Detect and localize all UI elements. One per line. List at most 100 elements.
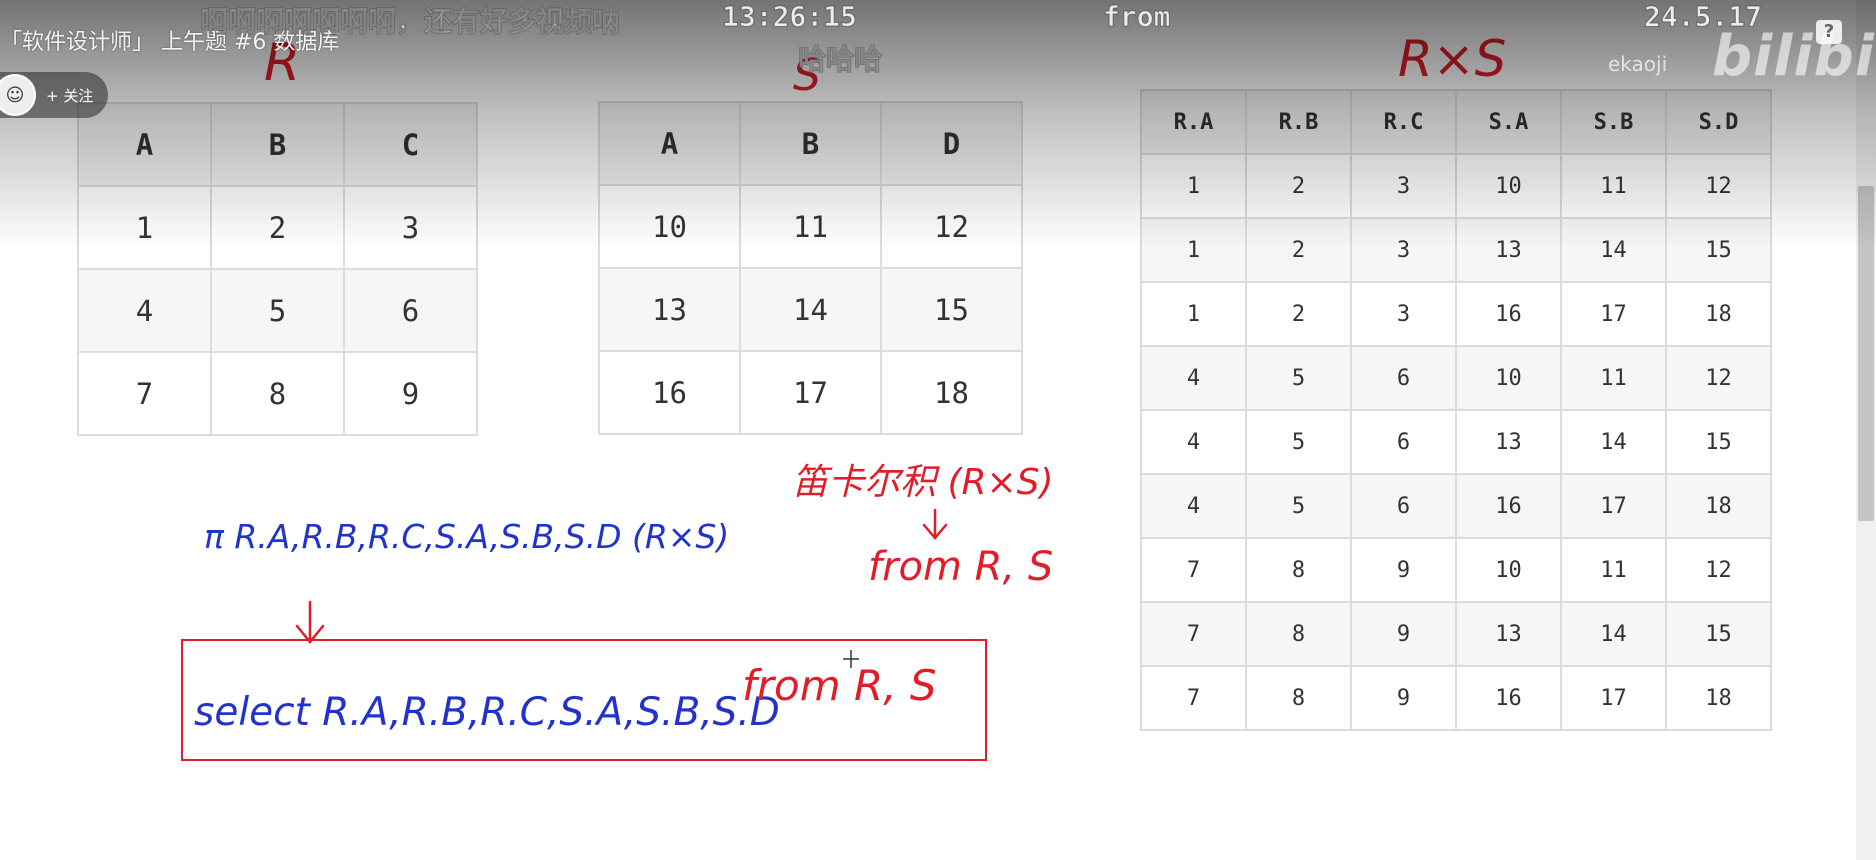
table-cell: 8 <box>210 351 345 436</box>
table-cell: 6 <box>1350 409 1457 475</box>
table-cell: 4 <box>1140 409 1247 475</box>
table-cell: 8 <box>1245 601 1352 667</box>
table-cell: 18 <box>880 350 1023 435</box>
sql-answer-box <box>181 639 987 761</box>
table-cell: 17 <box>739 350 882 435</box>
column-header: S.B <box>1560 89 1667 155</box>
follow-button[interactable]: ☺ + 关注 <box>0 72 108 118</box>
table-cell: 13 <box>1455 601 1562 667</box>
table-cell: 14 <box>1560 409 1667 475</box>
table-cell: 2 <box>210 185 345 270</box>
table-cell: 18 <box>1665 281 1772 347</box>
table-cell: 12 <box>1665 153 1772 219</box>
relation-r-table: A B C 1 2 3 4 5 6 7 8 9 <box>77 102 478 436</box>
table-cell: 1 <box>1140 281 1247 347</box>
table-cell: 2 <box>1245 153 1352 219</box>
table-row: 7 8 9 16 17 18 <box>1140 665 1772 731</box>
table-cell: 5 <box>1245 409 1352 475</box>
column-header: R.A <box>1140 89 1247 155</box>
label-rxs: R×S <box>1398 30 1506 88</box>
column-header: S.A <box>1455 89 1562 155</box>
table-cell: 4 <box>77 268 212 353</box>
table-cell: 18 <box>1665 665 1772 731</box>
table-cell: 8 <box>1245 665 1352 731</box>
table-cell: 7 <box>1140 537 1247 603</box>
column-header: B <box>210 102 345 187</box>
danmaku-comment: 24.5.17 <box>1643 0 1763 34</box>
table-header-row: A B C <box>77 102 478 187</box>
page-scrollbar[interactable] <box>1856 0 1876 860</box>
table-cell: 6 <box>343 268 478 353</box>
column-header: C <box>343 102 478 187</box>
table-row: 4 5 6 <box>77 268 478 353</box>
table-cell: 3 <box>343 185 478 270</box>
table-header-row: A B D <box>598 101 1023 186</box>
table-cell: 16 <box>1455 665 1562 731</box>
down-arrow-icon <box>295 600 325 644</box>
table-cell: 15 <box>1665 217 1772 283</box>
column-header: S.D <box>1665 89 1772 155</box>
table-cell: 9 <box>1350 665 1457 731</box>
table-cell: 7 <box>1140 665 1247 731</box>
table-cell: 15 <box>1665 601 1772 667</box>
table-cell: 15 <box>1665 409 1772 475</box>
column-header: B <box>739 101 882 186</box>
table-cell: 12 <box>1665 345 1772 411</box>
bilibili-watermark-logo: bilibili <box>1712 24 1876 89</box>
table-cell: 13 <box>1455 409 1562 475</box>
table-header-row: R.A R.B R.C S.A S.B S.D <box>1140 89 1772 155</box>
table-cell: 5 <box>1245 473 1352 539</box>
table-cell: 14 <box>1560 601 1667 667</box>
table-cell: 9 <box>343 351 478 436</box>
column-header: R.B <box>1245 89 1352 155</box>
table-row: 10 11 12 <box>598 184 1023 269</box>
table-cell: 11 <box>1560 537 1667 603</box>
table-cell: 1 <box>1140 217 1247 283</box>
table-cell: 13 <box>1455 217 1562 283</box>
table-cell: 9 <box>1350 537 1457 603</box>
from-note: from R, S <box>868 544 1053 590</box>
scrollbar-thumb[interactable] <box>1858 186 1874 521</box>
uploader-avatar-icon[interactable]: ☺ <box>0 74 36 116</box>
danmaku-comment: 13:26:15 <box>722 0 858 34</box>
table-cell: 10 <box>1455 345 1562 411</box>
table-cell: 5 <box>1245 345 1352 411</box>
table-cell: 2 <box>1245 281 1352 347</box>
relation-s-table: A B D 10 11 12 13 14 15 16 17 18 <box>598 101 1023 435</box>
column-header: A <box>598 101 741 186</box>
table-cell: 15 <box>880 267 1023 352</box>
table-cell: 10 <box>1455 153 1562 219</box>
table-row: 7 8 9 <box>77 351 478 436</box>
column-header: D <box>880 101 1023 186</box>
table-row: 1 2 3 16 17 18 <box>1140 281 1772 347</box>
table-cell: 9 <box>1350 601 1457 667</box>
danmaku-comment: 啊啊啊啊啊啊啊，还有好多视频呐 <box>199 5 621 39</box>
table-row: 7 8 9 13 14 15 <box>1140 601 1772 667</box>
table-cell: 17 <box>1560 665 1667 731</box>
table-cell: 6 <box>1350 345 1457 411</box>
table-row: 13 14 15 <box>598 267 1023 352</box>
table-cell: 5 <box>210 268 345 353</box>
table-cell: 2 <box>1245 217 1352 283</box>
table-row: 4 5 6 10 11 12 <box>1140 345 1772 411</box>
table-cell: 14 <box>739 267 882 352</box>
table-cell: 8 <box>1245 537 1352 603</box>
table-cell: 10 <box>598 184 741 269</box>
table-row: 7 8 9 10 11 12 <box>1140 537 1772 603</box>
table-cell: 14 <box>1560 217 1667 283</box>
table-cell: 11 <box>1560 345 1667 411</box>
table-cell: 12 <box>880 184 1023 269</box>
table-cell: 4 <box>1140 473 1247 539</box>
table-cell: 12 <box>1665 537 1772 603</box>
table-cell: 3 <box>1350 281 1457 347</box>
table-row: 1 2 3 10 11 12 <box>1140 153 1772 219</box>
table-cell: 17 <box>1560 281 1667 347</box>
help-icon[interactable]: ? <box>1816 20 1842 44</box>
danmaku-comment: 哈哈哈 <box>797 43 883 77</box>
table-row: 16 17 18 <box>598 350 1023 435</box>
table-row: 1 2 3 <box>77 185 478 270</box>
table-cell: 16 <box>1455 473 1562 539</box>
table-cell: 7 <box>1140 601 1247 667</box>
table-cell: 13 <box>598 267 741 352</box>
table-row: 1 2 3 13 14 15 <box>1140 217 1772 283</box>
